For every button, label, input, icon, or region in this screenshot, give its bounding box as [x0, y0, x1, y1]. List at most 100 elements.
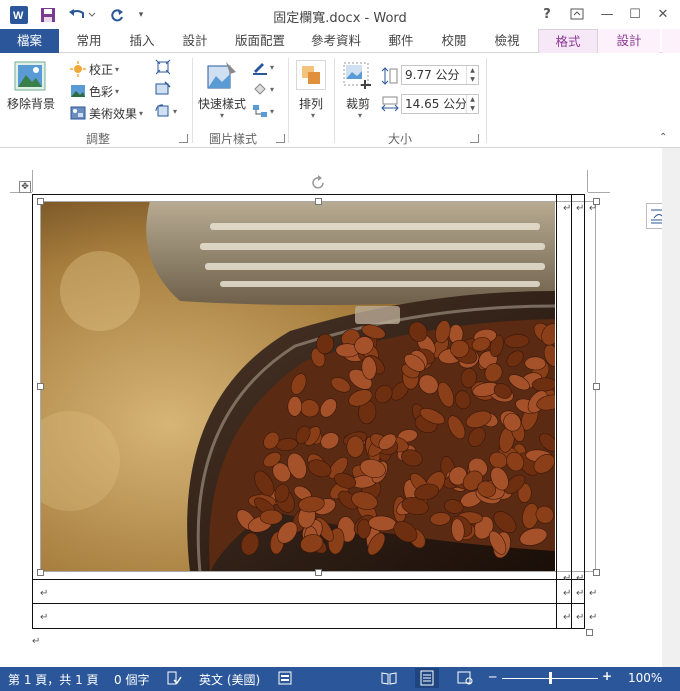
table-border	[556, 194, 557, 629]
crop-icon[interactable]	[343, 62, 375, 92]
picture-border-button[interactable]: ▾	[252, 59, 282, 75]
color-label: 色彩	[89, 84, 114, 99]
remove-background-icon[interactable]	[14, 60, 46, 92]
artistic-effects-button[interactable]: 美術效果 ▾	[70, 103, 143, 123]
language[interactable]: 英文 (美國)	[199, 671, 260, 688]
picture-styles-dialog-launcher-icon[interactable]	[276, 134, 285, 143]
tab-home[interactable]: 常用	[66, 29, 112, 53]
vertical-scrollbar[interactable]	[662, 148, 680, 667]
rotate-handle-icon[interactable]	[310, 175, 326, 191]
margin-guide	[587, 170, 588, 192]
paragraph-mark: ↵	[40, 588, 49, 599]
chevron-down-icon: ▾	[220, 111, 225, 120]
separator	[192, 58, 193, 143]
paragraph-mark: ↵	[32, 636, 41, 647]
tab-mailings[interactable]: 郵件	[378, 29, 424, 53]
remove-background-button[interactable]: 移除背景	[4, 95, 58, 112]
table-border	[32, 194, 33, 629]
height-value: 9.77 公分	[405, 68, 460, 82]
artistic-effects-icon	[70, 105, 86, 121]
paragraph-mark: ↵	[589, 203, 598, 214]
minimize-button[interactable]: —	[596, 4, 618, 24]
height-spinner-icon[interactable]: ▲ ▼	[466, 66, 478, 84]
reset-picture-button[interactable]: ▾	[155, 103, 185, 119]
tab-table-design[interactable]: 設計	[598, 29, 660, 53]
tab-format[interactable]: 格式	[538, 29, 598, 54]
ribbon-tabs: 檔案 常用 插入 設計 版面配置 參考資料 郵件 校閱 檢視 格式 設計	[0, 29, 680, 54]
tabs-overflow	[662, 29, 680, 53]
height-input[interactable]: 9.77 公分 ▲ ▼	[401, 65, 479, 85]
tab-layout[interactable]: 版面配置	[226, 29, 294, 53]
macro-icon[interactable]	[277, 670, 293, 689]
margin-guide	[588, 192, 610, 193]
table-border	[32, 628, 584, 629]
chevron-down-icon: ▾	[358, 111, 363, 120]
document-area: ✥ ↵ ↵ ↵ ↵ ↵ ↵ ↵ ↵ ↵ ↵ ↵ ↵ ↵ ↵	[0, 148, 680, 667]
paragraph-mark: ↵	[563, 573, 572, 584]
word-count[interactable]: 0 個字	[114, 671, 149, 688]
zoom-slider-thumb[interactable]	[549, 672, 552, 684]
width-spinner-icon[interactable]: ▲ ▼	[466, 95, 478, 113]
resize-handle[interactable]	[593, 569, 600, 576]
arrange-icon[interactable]	[296, 60, 326, 90]
tab-file[interactable]: 檔案	[0, 29, 59, 53]
zoom-out-button[interactable]: ─	[489, 670, 496, 684]
adjust-dialog-launcher-icon[interactable]	[179, 134, 188, 143]
page-count[interactable]: 第 1 頁，共 1 頁	[8, 671, 99, 688]
paragraph-mark: ↵	[40, 612, 49, 623]
resize-handle[interactable]	[37, 383, 44, 390]
picture-effects-button[interactable]: ▾	[252, 81, 282, 97]
title-bar: W ▾ 固定欄寬.docx - Word ? — ☐ ✕	[0, 0, 680, 30]
width-icon	[381, 95, 399, 113]
tab-design[interactable]: 設計	[172, 29, 218, 53]
resize-handle[interactable]	[593, 383, 600, 390]
paragraph-mark: ↵	[589, 588, 598, 599]
help-button[interactable]: ?	[536, 4, 558, 24]
resize-handle[interactable]	[37, 569, 44, 576]
paragraph-mark: ↵	[563, 612, 572, 623]
separator	[334, 58, 335, 143]
arrange-button[interactable]: 排列	[294, 95, 328, 112]
zoom-in-button[interactable]: +	[602, 669, 612, 683]
corrections-label: 校正	[89, 62, 114, 77]
resize-handle[interactable]	[315, 569, 322, 576]
separator	[486, 58, 487, 143]
resize-handle[interactable]	[315, 198, 322, 205]
table-resize-handle-icon[interactable]	[586, 629, 593, 636]
web-layout-icon[interactable]	[457, 670, 473, 689]
collapse-ribbon-icon[interactable]: ⌃	[659, 132, 667, 143]
paragraph-mark: ↵	[576, 203, 585, 214]
close-button[interactable]: ✕	[652, 4, 674, 24]
zoom-level[interactable]: 100%	[628, 671, 662, 685]
compress-pictures-icon[interactable]	[155, 59, 171, 75]
size-dialog-launcher-icon[interactable]	[470, 134, 479, 143]
ribbon-display-options-button[interactable]	[566, 4, 588, 24]
artistic-effects-label: 美術效果	[89, 106, 138, 121]
tab-insert[interactable]: 插入	[119, 29, 165, 53]
page: ✥ ↵ ↵ ↵ ↵ ↵ ↵ ↵ ↵ ↵ ↵ ↵ ↵ ↵ ↵	[0, 148, 672, 667]
status-bar: 第 1 頁，共 1 頁 0 個字 英文 (美國) ─ + 100%	[0, 667, 680, 691]
tab-view[interactable]: 檢視	[484, 29, 530, 53]
paragraph-mark: ↵	[563, 203, 572, 214]
resize-handle[interactable]	[37, 198, 44, 205]
height-icon	[381, 67, 399, 85]
tab-review[interactable]: 校閱	[431, 29, 477, 53]
quick-styles-icon[interactable]	[206, 60, 238, 92]
print-layout-icon[interactable]	[415, 668, 439, 688]
picture-layout-button[interactable]: ▾	[252, 103, 282, 119]
corrections-button[interactable]: 校正 ▾	[70, 59, 119, 79]
table-move-handle-icon[interactable]: ✥	[19, 181, 31, 193]
paragraph-mark: ↵	[589, 612, 598, 623]
read-mode-icon[interactable]	[381, 670, 397, 689]
color-button[interactable]: 色彩 ▾	[70, 81, 119, 101]
table-border	[32, 194, 584, 195]
margin-guide	[32, 170, 33, 192]
proofing-icon[interactable]	[166, 670, 182, 689]
maximize-button[interactable]: ☐	[624, 4, 646, 24]
width-input[interactable]: 14.65 公分 ▲ ▼	[401, 94, 479, 114]
crop-button[interactable]: 裁剪	[340, 95, 376, 112]
tab-references[interactable]: 參考資料	[302, 29, 370, 53]
group-label-picture-styles: 圖片樣式	[208, 132, 257, 146]
change-picture-icon[interactable]	[155, 81, 171, 97]
quick-styles-button[interactable]: 快速樣式	[196, 95, 248, 112]
